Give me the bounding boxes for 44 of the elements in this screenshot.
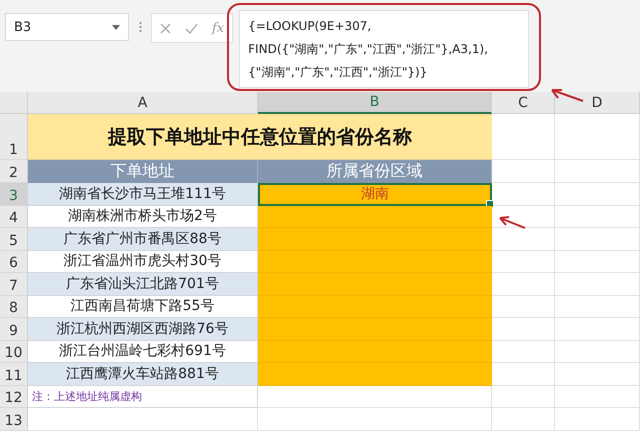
row-header[interactable]: 6 <box>0 250 28 273</box>
column-header[interactable]: B <box>258 92 492 114</box>
province-cell: 湖南 <box>258 183 492 206</box>
annotation-arrow <box>499 216 526 229</box>
address-cell: 湖南株洲市桥头市场2号 <box>28 206 258 228</box>
note-text: 注：上述地址纯属虚构 <box>28 386 258 408</box>
cancel-button[interactable] <box>160 22 171 34</box>
select-all-corner[interactable] <box>0 92 28 114</box>
address-cell: 广东省广州市番禺区88号 <box>28 228 258 250</box>
name-box[interactable]: B3 <box>5 13 129 41</box>
drag-handle-icon <box>138 21 142 33</box>
address-cell: 浙江杭州西湖区西湖路76号 <box>28 318 258 340</box>
row-header[interactable]: 13 <box>0 408 28 430</box>
address-cell: 广东省汕头江北路701号 <box>28 273 258 296</box>
row-header[interactable]: 4 <box>0 206 28 228</box>
row-header[interactable]: 5 <box>0 228 28 250</box>
address-cell: 湖南省长沙市马王堆111号 <box>28 183 258 206</box>
address-cell: 浙江省温州市虎头村30号 <box>28 250 258 273</box>
annotation-arrow <box>551 89 584 102</box>
formula-field[interactable]: {=LOOKUP(9E+307, FIND({"湖南","广东","江西","浙江"},A3,1), {"湖南","广东","江西","浙江"})} <box>239 10 530 88</box>
row-header[interactable]: 7 <box>0 273 28 296</box>
column-header[interactable]: C <box>492 92 555 114</box>
address-cell: 江西鹰潭火车站路881号 <box>28 363 258 386</box>
column-header[interactable]: D <box>555 92 640 114</box>
column-header[interactable]: A <box>28 92 258 114</box>
row-header[interactable]: 2 <box>0 160 28 183</box>
enter-button[interactable] <box>185 22 198 34</box>
row-header[interactable]: 1 <box>0 114 28 160</box>
header-cell: 下单地址 <box>28 160 258 183</box>
row-header[interactable]: 9 <box>0 318 28 340</box>
row-header[interactable]: 10 <box>0 340 28 363</box>
empty-cell <box>492 386 555 408</box>
dropdown-caret-icon[interactable] <box>112 24 120 30</box>
row-header[interactable]: 8 <box>0 296 28 318</box>
address-cell: 江西南昌荷塘下路55号 <box>28 296 258 318</box>
address-cell: 浙江台州温岭七彩村691号 <box>28 340 258 363</box>
title-cell: 提取下单地址中任意位置的省份名称 <box>28 114 492 160</box>
fill-handle[interactable] <box>486 200 494 208</box>
row-header[interactable]: 12 <box>0 386 28 408</box>
row-header[interactable]: 11 <box>0 363 28 386</box>
empty-cell <box>492 408 555 430</box>
header-cell: 所属省份区域 <box>258 160 492 183</box>
cell-reference: B3 <box>14 20 32 34</box>
row-header[interactable]: 3 <box>0 183 28 206</box>
